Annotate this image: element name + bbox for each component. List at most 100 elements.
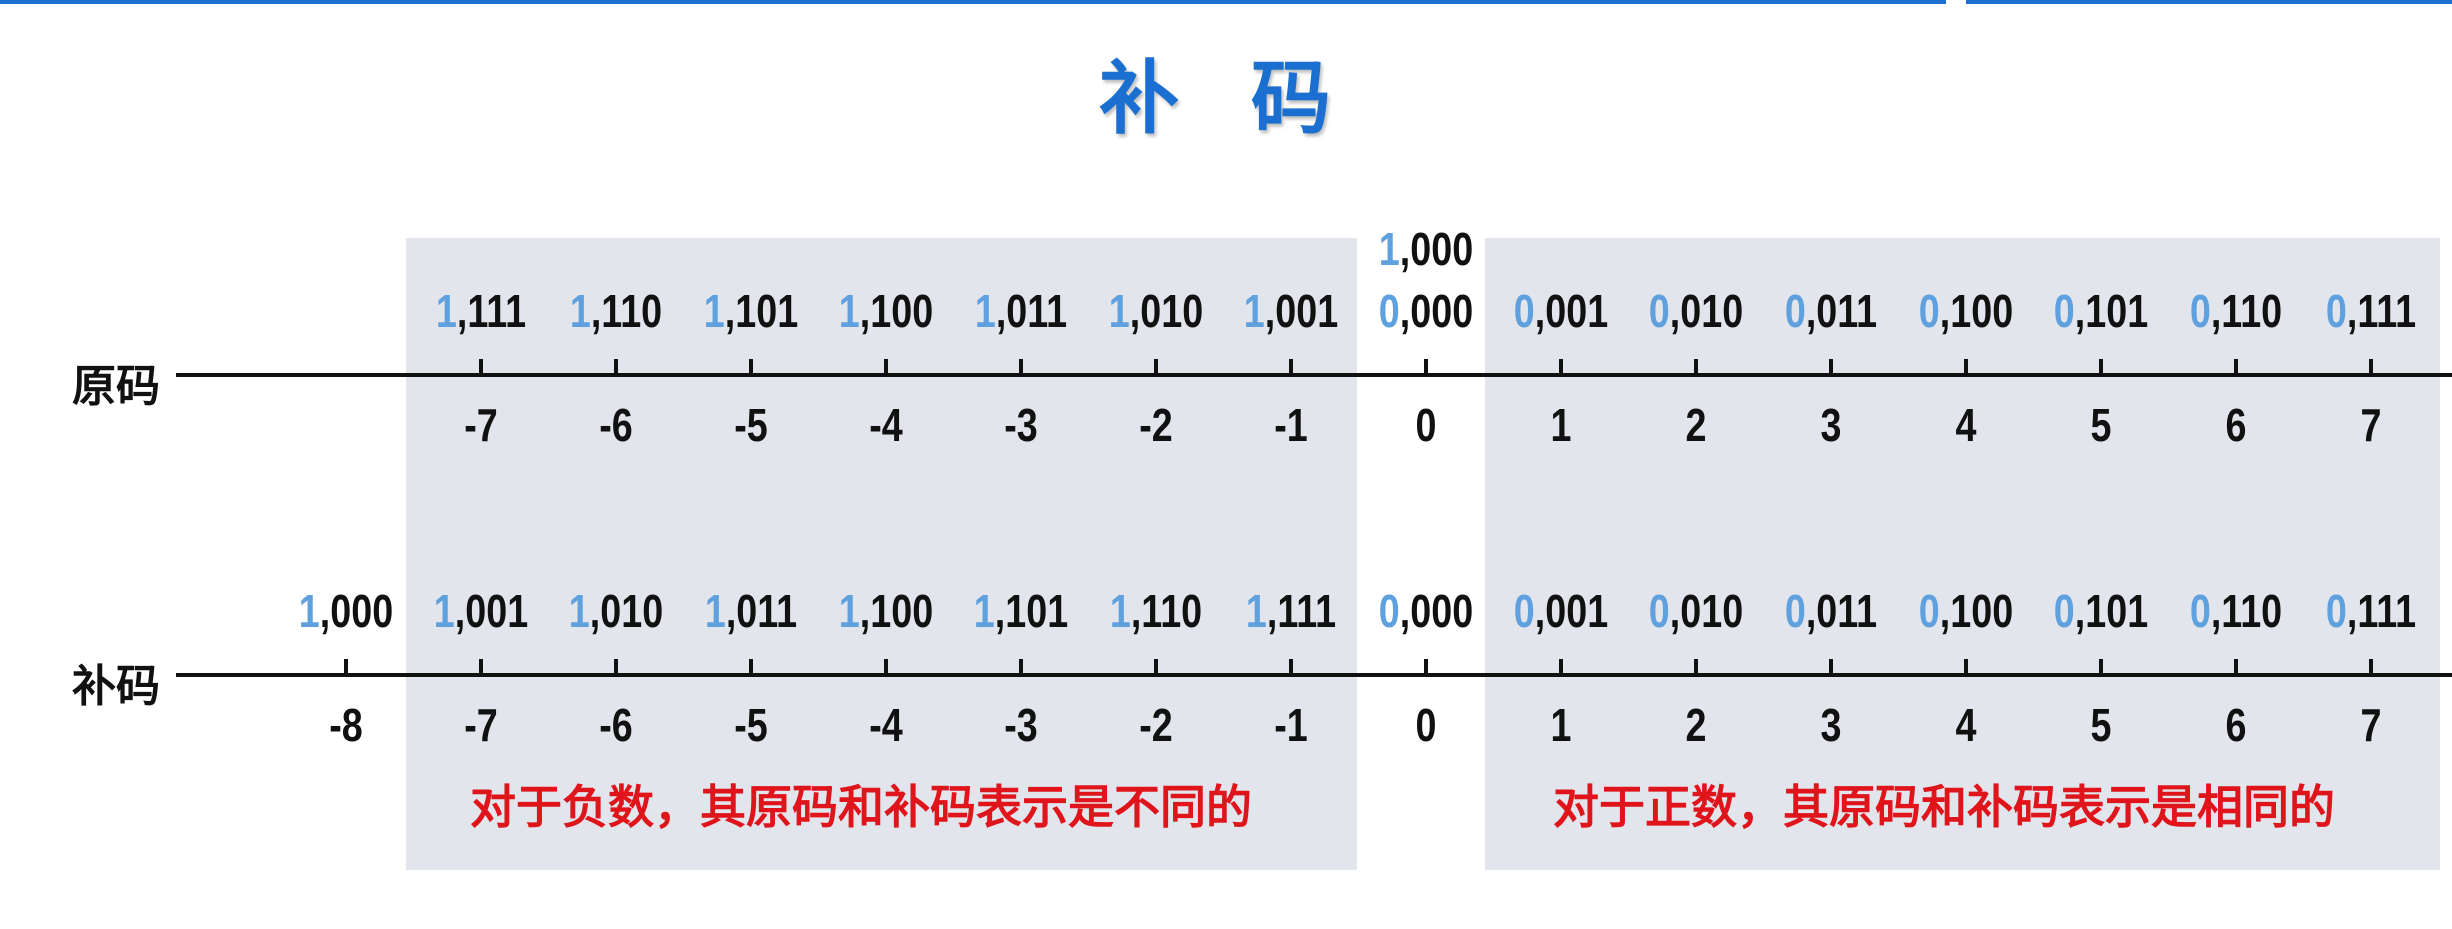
- magnitude-bits: ,011: [995, 285, 1068, 337]
- original-number: 3: [1820, 399, 1842, 451]
- complement-number: -6: [599, 699, 633, 751]
- original-tick: [1559, 359, 1563, 375]
- complement-tick: [344, 659, 348, 675]
- complement-number: 7: [2360, 699, 2382, 751]
- sign-bit: 1: [433, 585, 455, 637]
- sign-bit: 0: [1513, 285, 1535, 337]
- sign-bit: 0: [2189, 285, 2211, 337]
- original-tick: [1694, 359, 1698, 375]
- magnitude-bits: ,110: [2210, 585, 2283, 637]
- magnitude-bits: ,100: [859, 285, 934, 337]
- original-tick: [1829, 359, 1833, 375]
- original-number: 2: [1685, 399, 1707, 451]
- original-code-label-item: 1,010: [1099, 284, 1214, 338]
- complement-code-label-item: 1,110: [1099, 584, 1214, 638]
- sign-bit: 1: [1378, 223, 1400, 275]
- sign-bit: 0: [1784, 585, 1806, 637]
- magnitude-bits: ,111: [2346, 585, 2417, 637]
- complement-tick: [1019, 659, 1023, 675]
- magnitude-bits: ,000: [1399, 585, 1474, 637]
- complement-tick: [2369, 659, 2373, 675]
- magnitude-bits: ,011: [725, 585, 798, 637]
- original-code-label-item: 1,101: [694, 284, 809, 338]
- complement-number: 3: [1820, 699, 1842, 751]
- complement-number: 2: [1685, 699, 1707, 751]
- magnitude-bits: ,111: [1266, 585, 1337, 637]
- magnitude-bits: ,001: [1264, 285, 1339, 337]
- complement-number: -5: [734, 699, 768, 751]
- magnitude-bits: ,110: [590, 285, 663, 337]
- original-code-label-item: 0,001: [1504, 284, 1619, 338]
- magnitude-bits: ,110: [2210, 285, 2283, 337]
- original-code-label-item: 1,111: [424, 284, 539, 338]
- complement-number-line: [176, 673, 2452, 677]
- sign-bit: 1: [974, 285, 996, 337]
- original-code-label-item: 1,110: [559, 284, 674, 338]
- magnitude-bits: ,101: [724, 285, 799, 337]
- original-number-line: [176, 373, 2452, 377]
- sign-bit: 0: [1513, 585, 1535, 637]
- complement-code-label-item: 0,000: [1369, 584, 1484, 638]
- complement-code-label-item: 0,100: [1909, 584, 2024, 638]
- complement-number: 5: [2090, 699, 2112, 751]
- magnitude-bits: ,001: [1534, 585, 1609, 637]
- sign-bit: 1: [435, 285, 457, 337]
- original-tick: [2234, 359, 2238, 375]
- magnitude-bits: ,010: [1669, 585, 1744, 637]
- sign-bit: 0: [1378, 285, 1400, 337]
- complement-tick: [1559, 659, 1563, 675]
- complement-code-label-item: 0,111: [2314, 584, 2429, 638]
- complement-tick: [1289, 659, 1293, 675]
- magnitude-bits: ,001: [454, 585, 529, 637]
- complement-code-label-item: 0,011: [1774, 584, 1889, 638]
- positive-note: 对于正数，其原码和补码表示是相同的: [1553, 780, 2335, 834]
- sign-bit: 1: [973, 585, 995, 637]
- original-number: 1: [1550, 399, 1572, 451]
- original-number: 6: [2225, 399, 2247, 451]
- complement-code-label-item: 1,010: [559, 584, 674, 638]
- original-tick: [479, 359, 483, 375]
- complement-number: -3: [1004, 699, 1038, 751]
- magnitude-bits: ,000: [1399, 285, 1474, 337]
- complement-tick: [1829, 659, 1833, 675]
- complement-tick: [884, 659, 888, 675]
- sign-bit: 1: [1243, 285, 1265, 337]
- original-code-label: 原码: [72, 361, 160, 412]
- magnitude-bits: ,111: [456, 285, 527, 337]
- complement-tick: [1694, 659, 1698, 675]
- complement-tick: [614, 659, 618, 675]
- original-number: -1: [1274, 399, 1308, 451]
- magnitude-bits: ,101: [2074, 585, 2149, 637]
- magnitude-bits: ,110: [1130, 585, 1203, 637]
- complement-tick: [1154, 659, 1158, 675]
- original-tick: [2099, 359, 2103, 375]
- original-number: -7: [464, 399, 498, 451]
- sign-bit: 1: [1109, 585, 1131, 637]
- magnitude-bits: ,010: [1669, 285, 1744, 337]
- original-code-label-item: 1,100: [829, 284, 944, 338]
- original-code-label-item: 0,110: [2179, 284, 2294, 338]
- complement-tick: [479, 659, 483, 675]
- sign-bit: 0: [1648, 285, 1670, 337]
- top-accent-bar-left: [0, 0, 1946, 4]
- complement-tick: [2099, 659, 2103, 675]
- sign-bit: 1: [838, 285, 860, 337]
- sign-bit: 1: [1245, 585, 1267, 637]
- original-number: 0: [1415, 399, 1437, 451]
- page-title: 补 码: [1099, 52, 1353, 145]
- complement-number: 0: [1415, 699, 1437, 751]
- original-number: 7: [2360, 399, 2382, 451]
- complement-code-label-item: 0,110: [2179, 584, 2294, 638]
- original-number: -3: [1004, 399, 1038, 451]
- complement-code-label-item: 1,011: [694, 584, 809, 638]
- complement-code-label-item: 0,001: [1504, 584, 1619, 638]
- magnitude-bits: ,100: [1939, 585, 2014, 637]
- complement-code-label-item: 0,101: [2044, 584, 2159, 638]
- magnitude-bits: ,100: [1939, 285, 2014, 337]
- complement-tick: [1424, 659, 1428, 675]
- original-tick: [614, 359, 618, 375]
- sign-bit: 1: [569, 285, 591, 337]
- magnitude-bits: ,001: [1534, 285, 1609, 337]
- complement-code-label-item: 1,000: [289, 584, 404, 638]
- magnitude-bits: ,101: [994, 585, 1069, 637]
